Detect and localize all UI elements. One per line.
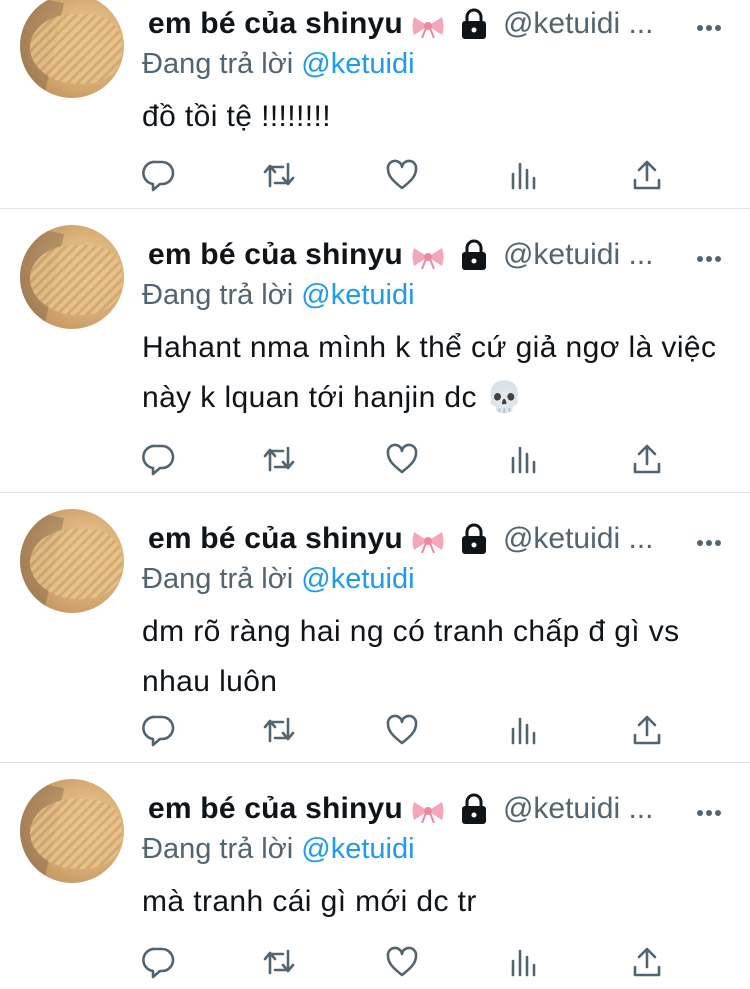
avatar[interactable] bbox=[20, 779, 124, 883]
tweet[interactable]: em bé của shinyu @ketuidi ... Đang trả l… bbox=[0, 0, 750, 208]
more-icon[interactable] bbox=[696, 534, 722, 546]
action-bar bbox=[140, 713, 680, 747]
more-icon[interactable] bbox=[696, 250, 722, 262]
share-icon[interactable] bbox=[630, 945, 664, 979]
reply-icon[interactable] bbox=[142, 713, 176, 747]
handle[interactable]: @ketuidi ... bbox=[503, 792, 654, 826]
display-name[interactable]: em bé của shinyu bbox=[148, 7, 403, 41]
mention-link[interactable]: @ketuidi bbox=[301, 563, 414, 595]
views-icon[interactable] bbox=[508, 442, 542, 476]
tweet-text: mà tranh cái gì mới dc tr bbox=[142, 885, 477, 918]
mention-link[interactable]: @ketuidi bbox=[301, 833, 414, 865]
retweet-icon[interactable] bbox=[262, 442, 296, 476]
lock-icon bbox=[459, 523, 489, 555]
tweet[interactable]: em bé của shinyu @ketuidi ... Đang trả l… bbox=[0, 209, 750, 492]
action-bar bbox=[140, 945, 680, 979]
views-icon[interactable] bbox=[508, 945, 542, 979]
more-icon[interactable] bbox=[696, 19, 722, 31]
tweet[interactable]: em bé của shinyu @ketuidi ... Đang trả l… bbox=[0, 493, 750, 762]
retweet-icon[interactable] bbox=[262, 713, 296, 747]
avatar[interactable] bbox=[20, 509, 124, 613]
views-icon[interactable] bbox=[508, 713, 542, 747]
reply-icon[interactable] bbox=[142, 158, 176, 192]
avatar[interactable] bbox=[20, 0, 124, 98]
heart-icon[interactable] bbox=[385, 442, 419, 476]
replying-to: Đang trả lời @ketuidi bbox=[142, 563, 415, 596]
heart-icon[interactable] bbox=[385, 713, 419, 747]
action-bar bbox=[140, 442, 680, 476]
more-icon[interactable] bbox=[696, 804, 722, 816]
lock-icon bbox=[459, 239, 489, 271]
ribbon-icon bbox=[411, 243, 445, 270]
handle[interactable]: @ketuidi ... bbox=[503, 238, 654, 272]
tweet-header: em bé của shinyu @ketuidi ... bbox=[148, 233, 653, 277]
reply-icon[interactable] bbox=[142, 945, 176, 979]
share-icon[interactable] bbox=[630, 713, 664, 747]
ribbon-icon bbox=[411, 12, 445, 39]
share-icon[interactable] bbox=[630, 442, 664, 476]
replying-to: Đang trả lời @ketuidi bbox=[142, 48, 415, 81]
replying-label: Đang trả lời bbox=[142, 48, 294, 80]
lock-icon bbox=[459, 793, 489, 825]
display-name[interactable]: em bé của shinyu bbox=[148, 238, 403, 272]
retweet-icon[interactable] bbox=[262, 945, 296, 979]
avatar[interactable] bbox=[20, 225, 124, 329]
tweet-header: em bé của shinyu @ketuidi ... bbox=[148, 787, 653, 831]
tweet-text: dm rõ ràng hai ng có tranh chấp đ gì vs … bbox=[142, 615, 680, 698]
heart-icon[interactable] bbox=[385, 945, 419, 979]
lock-icon bbox=[459, 8, 489, 40]
mention-link[interactable]: @ketuidi bbox=[301, 279, 414, 311]
display-name[interactable]: em bé của shinyu bbox=[148, 792, 403, 826]
replying-to: Đang trả lời @ketuidi bbox=[142, 833, 415, 866]
tweet-text: Hahant nma mình k thể cứ giả ngơ là việc… bbox=[142, 331, 717, 414]
views-icon[interactable] bbox=[508, 158, 542, 192]
reply-icon[interactable] bbox=[142, 442, 176, 476]
display-name[interactable]: em bé của shinyu bbox=[148, 522, 403, 556]
tweet-header: em bé của shinyu @ketuidi ... bbox=[148, 517, 653, 561]
tweet-text: đồ tồi tệ !!!!!!!! bbox=[142, 100, 331, 133]
action-bar bbox=[140, 158, 680, 192]
share-icon[interactable] bbox=[630, 158, 664, 192]
replying-to: Đang trả lời @ketuidi bbox=[142, 279, 415, 312]
tweet-header: em bé của shinyu @ketuidi ... bbox=[148, 2, 653, 46]
replying-label: Đang trả lời bbox=[142, 833, 294, 865]
mention-link[interactable]: @ketuidi bbox=[301, 48, 414, 80]
replying-label: Đang trả lời bbox=[142, 279, 294, 311]
ribbon-icon bbox=[411, 527, 445, 554]
tweet[interactable]: em bé của shinyu @ketuidi ... Đang trả l… bbox=[0, 763, 750, 989]
handle[interactable]: @ketuidi ... bbox=[503, 7, 654, 41]
retweet-icon[interactable] bbox=[262, 158, 296, 192]
replying-label: Đang trả lời bbox=[142, 563, 294, 595]
ribbon-icon bbox=[411, 797, 445, 824]
handle[interactable]: @ketuidi ... bbox=[503, 522, 654, 556]
heart-icon[interactable] bbox=[385, 158, 419, 192]
